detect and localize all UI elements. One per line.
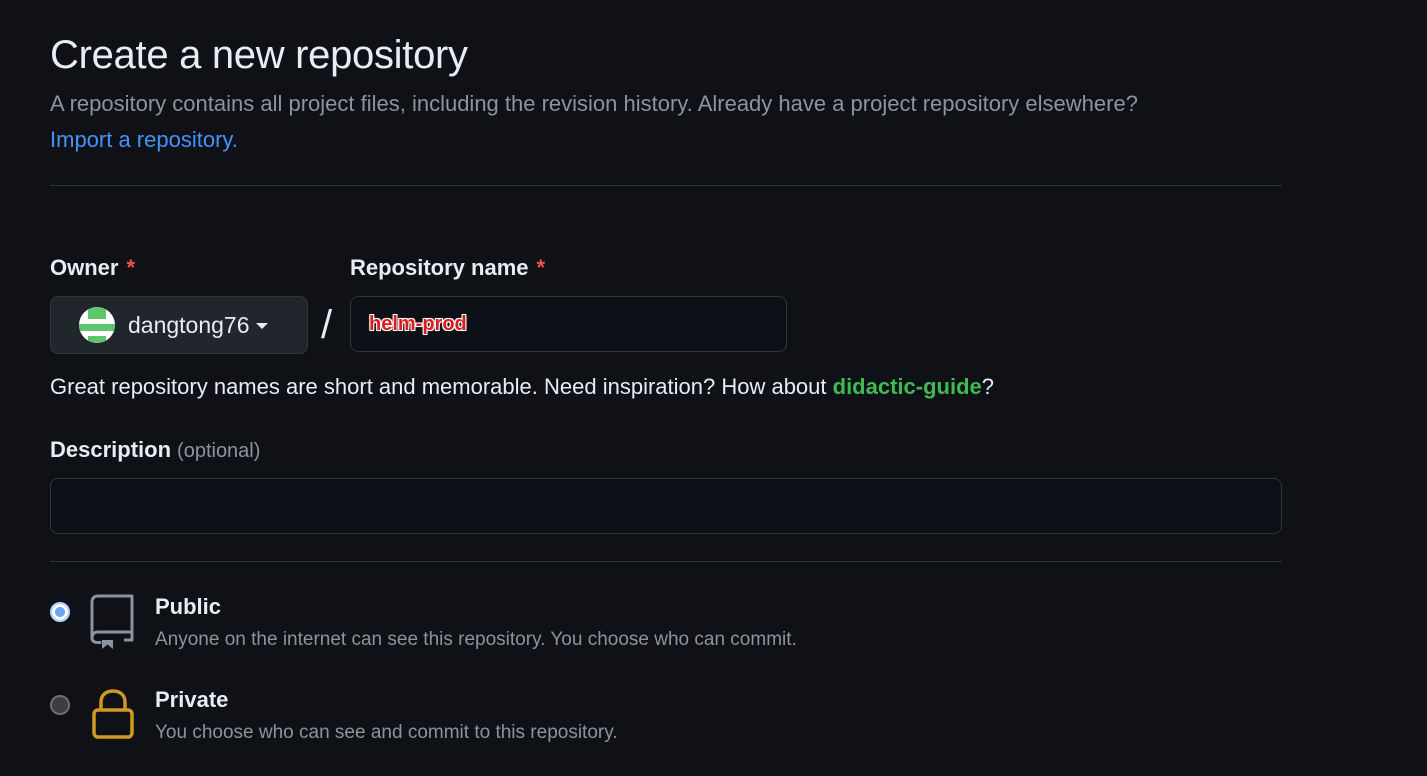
public-option-title: Public [155,594,222,619]
description-input[interactable] [50,478,1282,534]
private-radio[interactable] [50,695,70,715]
create-repository-page: Create a new repository A repository con… [0,0,1427,776]
public-radio[interactable] [50,602,70,622]
name-suggestion-link[interactable]: didactic-guide [833,374,982,399]
hint-prefix: Great repository names are short and mem… [50,374,833,399]
owner-label: Owner * [50,254,135,282]
repository-name-hint: Great repository names are short and mem… [50,373,994,401]
description-label: Description (optional) [50,436,260,465]
repository-name-label-text: Repository name [350,255,529,280]
owner-name: dangtong76 [128,312,250,338]
public-option-description: Anyone on the internet can see this repo… [155,629,797,650]
repo-icon [90,594,134,649]
repository-name-value: helm-prod [369,313,467,335]
owner-select[interactable]: dangtong76 [50,296,308,354]
repository-name-input[interactable]: helm-prod [350,296,787,352]
private-option-description: You choose who can see and commit to thi… [155,722,618,743]
description-label-text: Description [50,437,172,462]
repository-required-mark: * [536,255,546,280]
header-divider [50,185,1282,186]
page-title: Create a new repository [50,33,468,77]
owner-repo-separator: / [321,303,333,347]
lock-icon [92,689,134,739]
chevron-down-icon [255,323,268,329]
description-optional-tag: (optional) [177,440,261,462]
page-subtitle: A repository contains all project files,… [50,91,1138,116]
import-repository-link[interactable]: Import a repository. [50,126,238,154]
hint-suffix: ? [981,374,994,399]
owner-label-text: Owner [50,255,119,280]
owner-avatar [79,307,115,343]
private-option-title: Private [155,687,229,712]
owner-required-mark: * [126,255,136,280]
description-divider [50,561,1282,562]
repository-name-label: Repository name * [350,254,545,282]
